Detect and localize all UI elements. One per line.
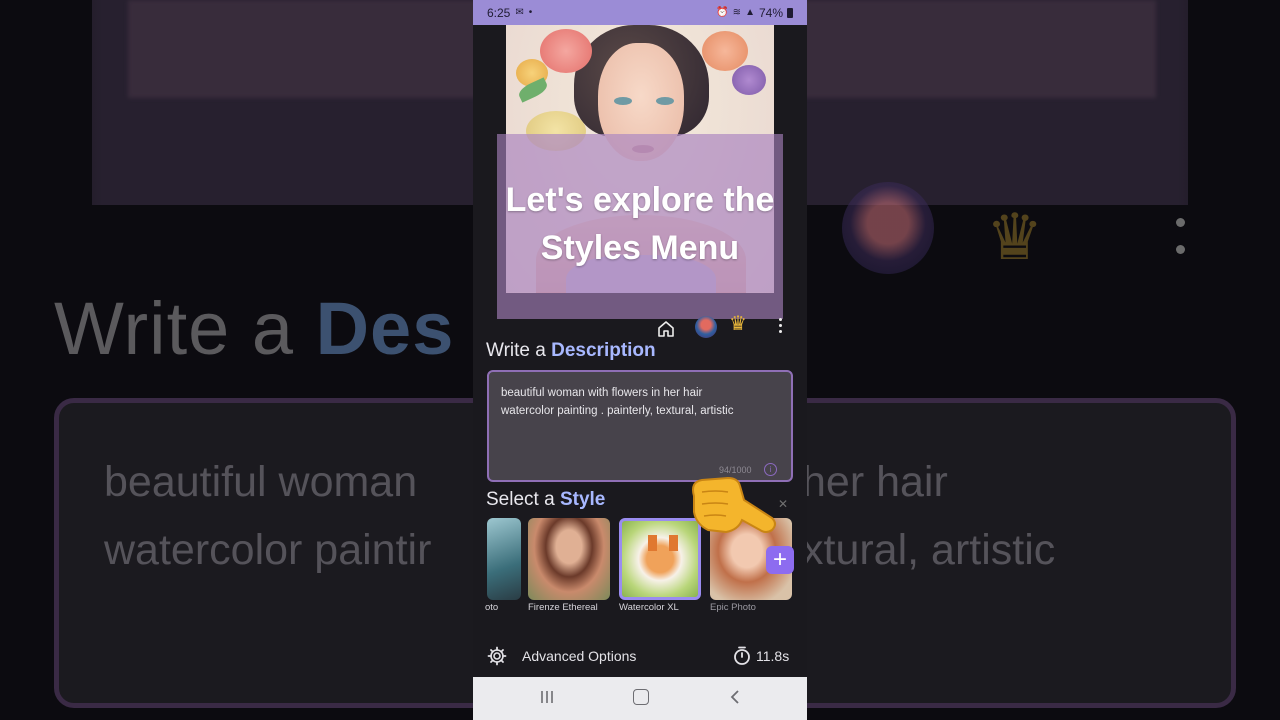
phone-screen: 6:25 ✉ • ⏰ ≋ ▲ 74% Let's explore the Sty… bbox=[473, 0, 807, 720]
timer-icon bbox=[734, 646, 750, 665]
advanced-options-label: Advanced Options bbox=[522, 648, 637, 664]
style-card-label: Watercolor XL bbox=[619, 602, 679, 613]
mail-icon: ✉ bbox=[515, 7, 524, 18]
notification-dot-icon: • bbox=[528, 7, 533, 18]
style-heading-prefix: Select a bbox=[486, 489, 555, 510]
gear-icon bbox=[487, 646, 507, 666]
close-icon[interactable]: ✕ bbox=[778, 497, 788, 511]
bg-text-left-1: beautiful woman bbox=[104, 458, 418, 506]
description-heading: Write a Description bbox=[486, 340, 656, 362]
video-caption: Let's explore the Styles Menu bbox=[497, 176, 783, 272]
description-heading-highlight: Description bbox=[551, 340, 656, 361]
bg-heading-highlight: Des bbox=[315, 287, 455, 370]
generation-time: 11.8s bbox=[756, 648, 790, 664]
battery-percent: 74% bbox=[758, 5, 783, 20]
prompt-line-2: watercolor painting . painterly, textura… bbox=[501, 405, 734, 417]
video-caption-line2: Styles Menu bbox=[540, 229, 740, 267]
bg-avatar bbox=[842, 182, 934, 274]
video-caption-line1: Let's explore the bbox=[505, 181, 775, 219]
avatar[interactable] bbox=[695, 316, 717, 338]
prompt-line-1: beautiful woman with flowers in her hair bbox=[501, 387, 703, 399]
description-heading-prefix: Write a bbox=[486, 340, 546, 361]
bg-text-left-2: watercolor paintir bbox=[104, 526, 432, 574]
recents-icon[interactable] bbox=[539, 689, 555, 705]
crown-icon[interactable]: ♛ bbox=[729, 311, 747, 336]
artwork-flower bbox=[732, 65, 766, 95]
bg-text-right-1: her hair bbox=[802, 458, 948, 506]
status-bar: 6:25 ✉ • ⏰ ≋ ▲ 74% bbox=[473, 0, 807, 25]
home-icon[interactable] bbox=[656, 317, 676, 341]
artwork-eye bbox=[656, 97, 674, 105]
bg-kebab-icon bbox=[1176, 218, 1186, 272]
android-nav-bar bbox=[473, 677, 807, 720]
artwork-flower bbox=[702, 31, 748, 71]
status-time: 6:25 bbox=[487, 5, 511, 20]
alarm-icon: ⏰ bbox=[716, 7, 729, 18]
artwork-flower bbox=[540, 29, 592, 73]
artwork-eye bbox=[614, 97, 632, 105]
back-icon[interactable] bbox=[729, 689, 741, 705]
style-card-label: Epic Photo bbox=[710, 602, 756, 613]
pointing-hand-emoji bbox=[692, 476, 776, 534]
nav-home-button[interactable] bbox=[633, 689, 649, 705]
battery-icon bbox=[787, 7, 793, 18]
style-card-label: Firenze Ethereal bbox=[528, 602, 598, 613]
style-card-label: oto bbox=[485, 602, 499, 613]
add-style-button[interactable]: + bbox=[766, 546, 794, 574]
bg-heading: Write a Des bbox=[54, 286, 454, 371]
signal-icon: ▲ bbox=[745, 7, 755, 18]
style-card[interactable] bbox=[487, 518, 521, 600]
bg-text-right-2: xtural, artistic bbox=[802, 526, 1056, 574]
advanced-options-row[interactable]: Advanced Options 11.8s bbox=[487, 644, 793, 668]
bg-heading-prefix: Write a bbox=[54, 287, 295, 370]
bg-crown-icon: ♛ bbox=[986, 201, 1044, 273]
style-heading-highlight: Style bbox=[559, 489, 606, 510]
fox-illustration bbox=[648, 535, 678, 551]
wifi-icon: ≋ bbox=[732, 7, 742, 18]
kebab-menu-icon[interactable] bbox=[777, 318, 783, 336]
style-card-firenze-ethereal[interactable] bbox=[528, 518, 610, 600]
style-heading: Select a Style bbox=[486, 489, 605, 511]
